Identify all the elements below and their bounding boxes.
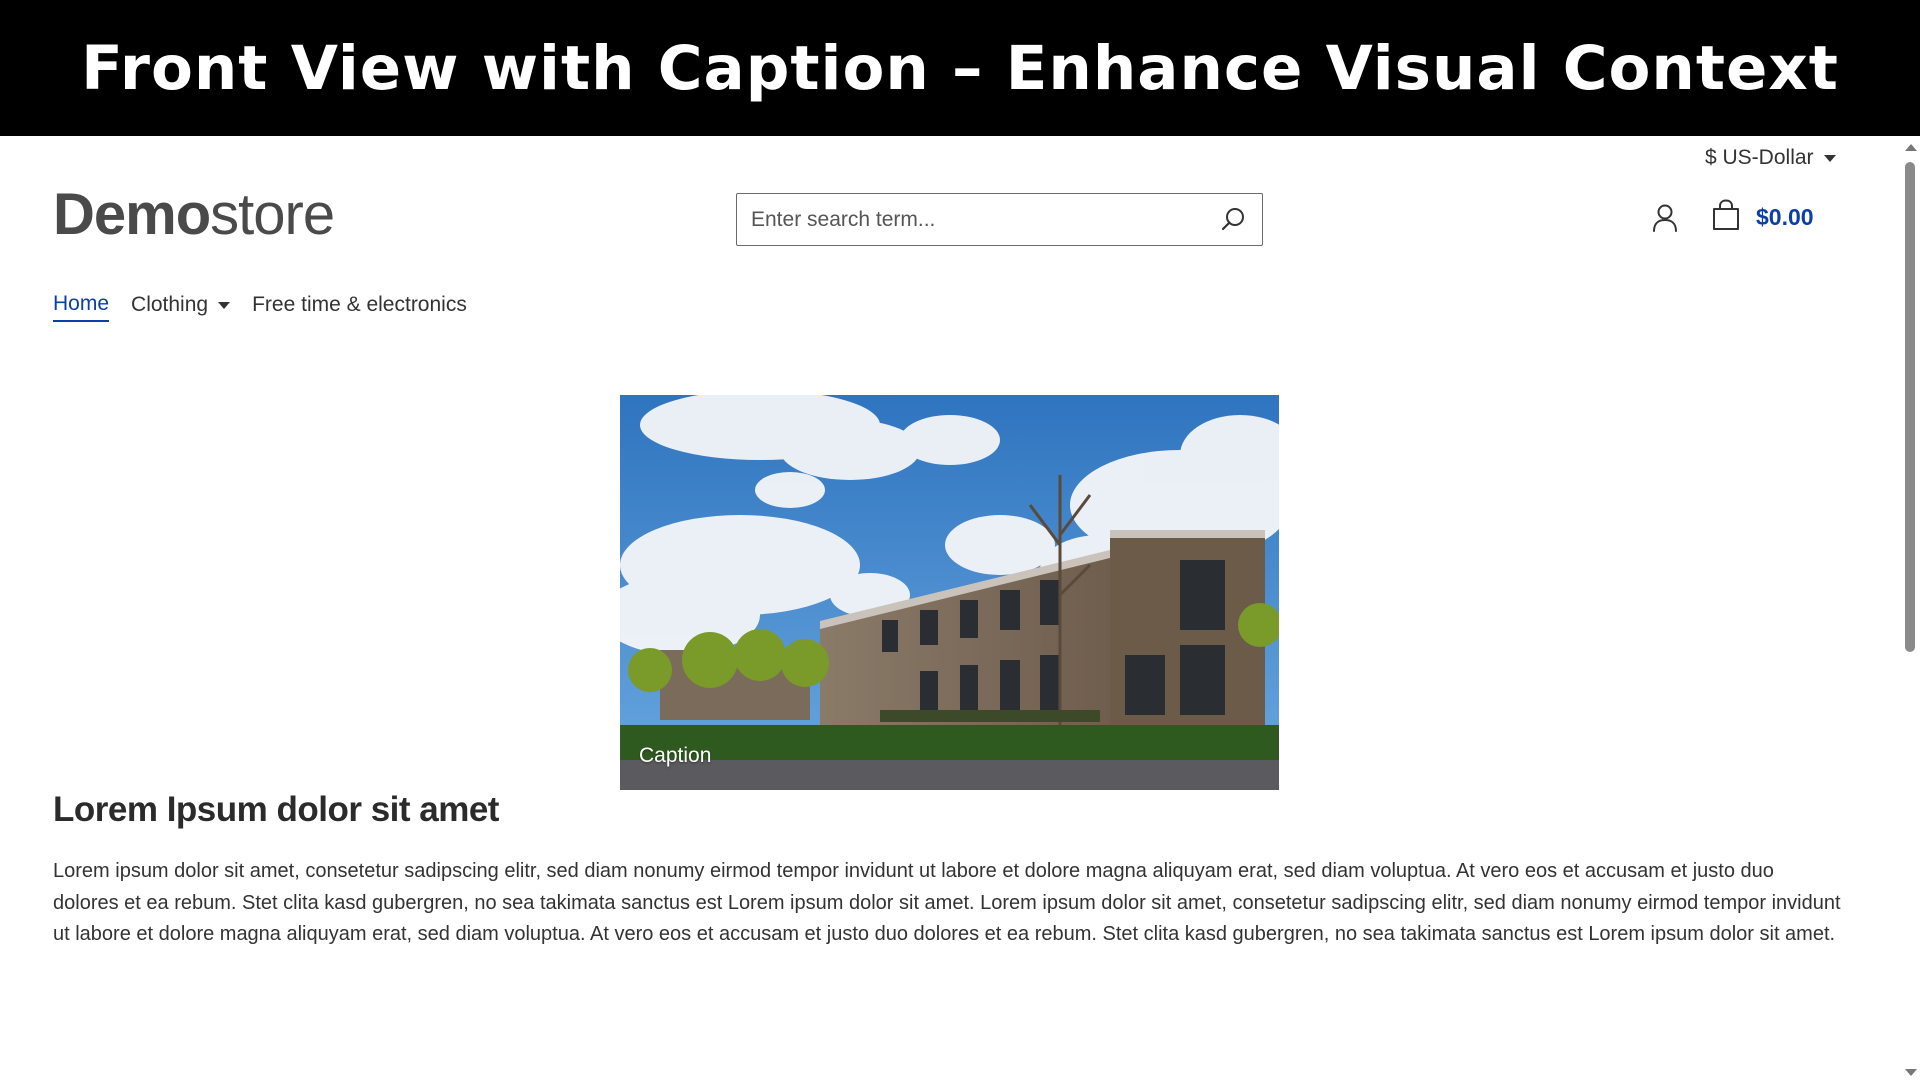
scrollbar-thumb[interactable]: [1905, 162, 1915, 652]
content-heading: Lorem Ipsum dolor sit amet: [53, 790, 499, 829]
scroll-down-icon[interactable]: [1905, 1069, 1917, 1076]
nav-item-label: Clothing: [131, 293, 209, 316]
scroll-up-icon[interactable]: [1905, 144, 1917, 151]
store-logo[interactable]: Demostore: [53, 186, 335, 244]
building-photo: [620, 395, 1279, 790]
title-banner: Front View with Caption – Enhance Visual…: [0, 0, 1920, 136]
logo-light-text: store: [210, 182, 335, 247]
currency-selector[interactable]: $ US-Dollar: [1705, 146, 1836, 170]
logo-bold-text: Demo: [53, 182, 211, 247]
scrollbar[interactable]: [1900, 136, 1920, 1080]
browser-viewport: $ US-Dollar Demostore $0.00: [0, 136, 1920, 1080]
nav-item-label: Home: [53, 292, 110, 315]
shopping-bag-icon: [1710, 198, 1742, 237]
search-icon[interactable]: [1218, 205, 1248, 235]
main-navigation: Home Clothing Free time & electronics: [53, 292, 467, 322]
search-box: [736, 193, 1263, 246]
user-icon[interactable]: [1648, 201, 1682, 235]
content-paragraph: Lorem ipsum dolor sit amet, consetetur s…: [53, 860, 1841, 945]
search-input[interactable]: [751, 194, 1218, 245]
chevron-down-icon: [218, 301, 231, 309]
nav-item-label: Free time & electronics: [252, 293, 467, 316]
cart-total: $0.00: [1756, 204, 1814, 230]
hero-image: Caption: [620, 395, 1279, 790]
chevron-down-icon: [1823, 154, 1836, 162]
banner-title: Front View with Caption – Enhance Visual…: [81, 32, 1839, 104]
cart-button[interactable]: $0.00: [1710, 198, 1814, 237]
currency-label: $ US-Dollar: [1705, 146, 1814, 169]
nav-item-free-time-electronics[interactable]: Free time & electronics: [252, 293, 467, 321]
image-caption: Caption: [639, 744, 712, 767]
nav-item-home[interactable]: Home: [53, 292, 110, 322]
nav-item-clothing[interactable]: Clothing: [131, 293, 231, 321]
